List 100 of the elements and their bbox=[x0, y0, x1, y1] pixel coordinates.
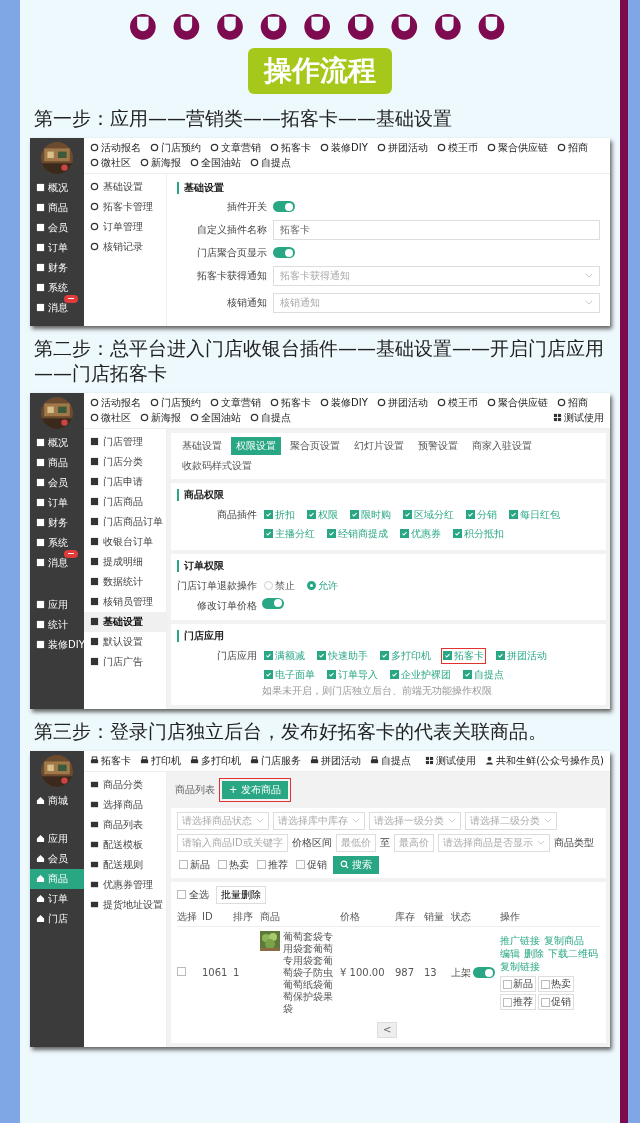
sidebar-item[interactable]: 订单 bbox=[30, 237, 84, 258]
nav-item[interactable]: 装修DIY bbox=[320, 396, 368, 409]
nav-item[interactable]: 拓客卡 bbox=[90, 754, 131, 767]
checkbox[interactable] bbox=[443, 651, 452, 661]
submenu-item[interactable]: 门店申请 bbox=[84, 471, 166, 492]
nav-item[interactable]: 全国油站 bbox=[190, 411, 241, 424]
checkbox[interactable] bbox=[264, 529, 273, 539]
sidebar-item[interactable]: 概况 bbox=[30, 177, 84, 198]
submenu-item[interactable]: 门店商品订单 bbox=[84, 511, 166, 532]
bulk-delete-button[interactable]: 批量删除 bbox=[216, 885, 266, 904]
submenu-item[interactable]: 核销记录 bbox=[84, 236, 166, 257]
checkbox[interactable] bbox=[296, 860, 305, 870]
submenu-item[interactable]: 订单管理 bbox=[84, 216, 166, 237]
nav-item[interactable]: 共和生鲜(公众号操作员) bbox=[485, 754, 604, 767]
checkbox[interactable] bbox=[350, 510, 359, 520]
submenu-item[interactable]: 商品列表 bbox=[84, 814, 166, 835]
nav-item[interactable]: 拼团活动 bbox=[310, 754, 361, 767]
checkbox[interactable] bbox=[503, 997, 512, 1007]
checkbox[interactable] bbox=[179, 860, 188, 870]
nav-item[interactable]: 活动报名 bbox=[90, 396, 141, 409]
checkbox[interactable] bbox=[327, 670, 336, 680]
tab[interactable]: 聚合页设置 bbox=[285, 436, 345, 455]
sidebar-item[interactable]: 消息 bbox=[30, 297, 84, 318]
nav-item[interactable]: 门店服务 bbox=[250, 754, 301, 767]
checkbox[interactable] bbox=[400, 529, 409, 539]
submenu-item[interactable]: 核销员管理 bbox=[84, 591, 166, 612]
sidebar-item[interactable]: 会员 bbox=[30, 217, 84, 238]
sidebar-item[interactable]: 应用 bbox=[30, 594, 84, 615]
submenu-item[interactable]: 门店管理 bbox=[84, 431, 166, 452]
submenu-item[interactable]: 配送规则 bbox=[84, 854, 166, 875]
sidebar-item[interactable]: 系统 bbox=[30, 277, 84, 298]
nav-item[interactable]: 文章营销 bbox=[210, 396, 261, 409]
nav-item[interactable]: 新海报 bbox=[140, 411, 181, 424]
submenu-item[interactable]: 门店广告 bbox=[84, 651, 166, 672]
submenu-item[interactable]: 基础设置 bbox=[84, 176, 166, 197]
nav-item[interactable]: 活动报名 bbox=[90, 141, 141, 154]
submenu-item[interactable]: 数据统计 bbox=[84, 571, 166, 592]
nav-item[interactable]: 微社区 bbox=[90, 411, 131, 424]
tab[interactable]: 预警设置 bbox=[413, 436, 463, 455]
sidebar-item[interactable]: 订单 bbox=[30, 888, 84, 909]
tab[interactable]: 商家入驻设置 bbox=[467, 436, 537, 455]
nav-item[interactable]: 招商 bbox=[556, 396, 588, 409]
checkbox[interactable] bbox=[463, 670, 472, 680]
nav-item[interactable]: 模王币 bbox=[436, 141, 478, 154]
nav-item[interactable]: 测试使用 bbox=[553, 411, 604, 424]
checkbox[interactable] bbox=[218, 860, 227, 870]
submenu-item[interactable]: 配送模板 bbox=[84, 834, 166, 855]
submenu-item[interactable]: 拓客卡管理 bbox=[84, 196, 166, 217]
checkbox[interactable] bbox=[503, 979, 512, 989]
checkbox[interactable] bbox=[327, 529, 336, 539]
submenu-item[interactable]: 收银台订单 bbox=[84, 531, 166, 552]
sidebar-item[interactable]: 财务 bbox=[30, 257, 84, 278]
sidebar-item[interactable]: 概况 bbox=[30, 432, 84, 453]
checkbox[interactable] bbox=[264, 651, 273, 661]
submenu-item[interactable]: 选择商品 bbox=[84, 794, 166, 815]
nav-item[interactable]: 门店预约 bbox=[150, 141, 201, 154]
sidebar-item[interactable]: 商城 bbox=[30, 790, 84, 811]
nav-item[interactable]: 装修DIY bbox=[320, 141, 368, 154]
nav-item[interactable]: 聚合供应链 bbox=[486, 396, 548, 409]
checkbox[interactable] bbox=[541, 979, 550, 989]
checkbox[interactable] bbox=[380, 651, 389, 661]
sidebar-item[interactable]: 应用 bbox=[30, 828, 84, 849]
nav-item[interactable]: 微社区 bbox=[90, 156, 131, 169]
sidebar-item[interactable]: 系统 bbox=[30, 532, 84, 553]
nav-item[interactable]: 打印机 bbox=[140, 754, 181, 767]
sidebar-item[interactable]: 会员 bbox=[30, 472, 84, 493]
sidebar-item[interactable]: 门店 bbox=[30, 908, 84, 929]
submenu-item[interactable]: 默认设置 bbox=[84, 631, 166, 652]
checkbox[interactable] bbox=[466, 510, 475, 520]
nav-item[interactable]: 拼团活动 bbox=[376, 141, 428, 154]
previous-page-button[interactable]: < bbox=[377, 1021, 398, 1038]
nav-item[interactable]: 门店预约 bbox=[150, 396, 201, 409]
sidebar-item[interactable]: 消息 bbox=[30, 552, 84, 573]
nav-item[interactable]: 模王币 bbox=[436, 396, 478, 409]
nav-item[interactable]: 全国油站 bbox=[190, 156, 241, 169]
nav-item[interactable]: 自提点 bbox=[250, 156, 291, 169]
nav-item[interactable]: 文章营销 bbox=[210, 141, 261, 154]
nav-item[interactable]: 多打印机 bbox=[190, 754, 241, 767]
checkbox[interactable] bbox=[509, 510, 518, 520]
toggle-switch[interactable] bbox=[262, 597, 284, 609]
toggle-switch[interactable] bbox=[473, 967, 495, 979]
submenu-item[interactable]: 门店分类 bbox=[84, 451, 166, 472]
nav-item[interactable]: 自提点 bbox=[250, 411, 291, 424]
checkbox[interactable] bbox=[496, 651, 505, 661]
checkbox[interactable] bbox=[257, 860, 266, 870]
toggle-switch[interactable] bbox=[273, 247, 295, 259]
sidebar-item[interactable]: 会员 bbox=[30, 848, 84, 869]
checkbox[interactable] bbox=[317, 651, 326, 661]
submenu-item[interactable]: 提成明细 bbox=[84, 551, 166, 572]
tab[interactable]: 基础设置 bbox=[177, 436, 227, 455]
toggle-switch[interactable] bbox=[273, 201, 295, 213]
nav-item[interactable]: 拼团活动 bbox=[376, 396, 428, 409]
nav-item[interactable]: 聚合供应链 bbox=[486, 141, 548, 154]
input-field[interactable]: 拓客卡 bbox=[273, 219, 600, 240]
nav-item[interactable]: 自提点 bbox=[370, 754, 411, 767]
submenu-item[interactable]: 提货地址设置 bbox=[84, 894, 166, 915]
checkbox[interactable] bbox=[177, 966, 186, 976]
nav-item[interactable]: 测试使用 bbox=[425, 754, 477, 767]
radio-button[interactable] bbox=[307, 581, 316, 591]
submenu-item[interactable]: 门店商品 bbox=[84, 491, 166, 512]
